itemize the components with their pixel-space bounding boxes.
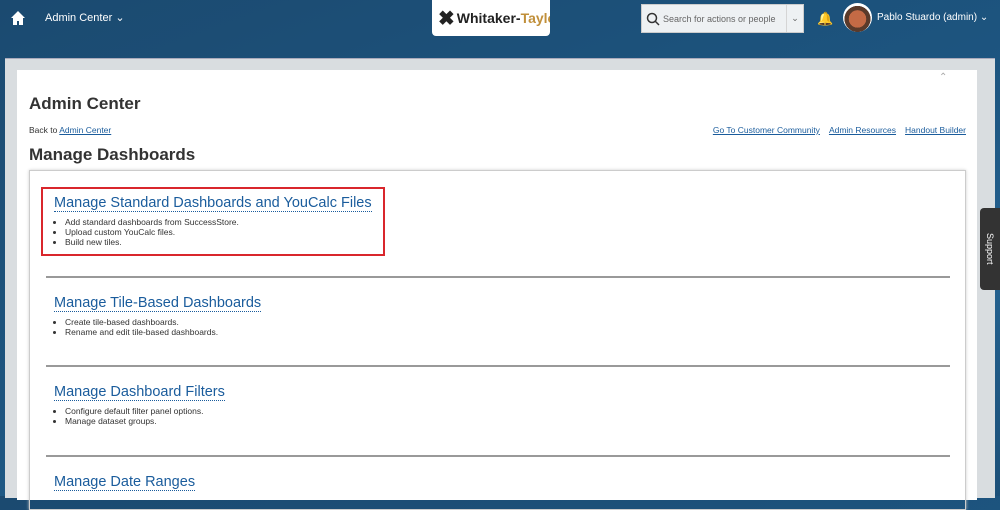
manage-dashboard-filters-link[interactable]: Manage Dashboard Filters — [54, 384, 225, 401]
list-item: Build new tiles. — [65, 237, 372, 247]
list-item: Upload custom YouCalc files. — [65, 227, 372, 237]
manage-date-ranges-link[interactable]: Manage Date Ranges — [54, 474, 196, 491]
section-date-ranges: Manage Date Ranges — [54, 473, 196, 491]
divider — [46, 365, 950, 367]
customer-community-link[interactable]: Go To Customer Community — [713, 125, 820, 135]
back-to-admin-center-link[interactable]: Admin Center — [59, 125, 111, 135]
handout-builder-link[interactable]: Handout Builder — [905, 125, 966, 135]
section-heading: Manage Dashboards — [29, 145, 196, 164]
home-icon[interactable] — [10, 10, 26, 26]
search-placeholder: Search for actions or people — [663, 13, 776, 24]
user-menu[interactable]: Pablo Stuardo (admin) ⌄ — [877, 12, 988, 23]
divider — [46, 455, 950, 457]
company-logo[interactable]: ✖Whitaker-Taylor — [432, 0, 550, 36]
list-item: Rename and edit tile-based dashboards. — [65, 327, 261, 337]
notifications-bell-icon[interactable]: 🔔 — [817, 11, 833, 27]
back-prefix: Back to — [29, 125, 58, 135]
search-dropdown-button[interactable]: ⌄ — [786, 5, 803, 32]
top-bar: Admin Center ⌄ ✖Whitaker-Taylor Search f… — [0, 0, 1000, 58]
support-tab[interactable]: Support — [980, 208, 1000, 290]
divider — [46, 276, 950, 278]
user-name: Pablo Stuardo (admin) — [877, 12, 978, 23]
avatar[interactable] — [843, 3, 872, 32]
breadcrumb: Back to Admin Center — [29, 125, 111, 135]
chevron-down-icon: ⌄ — [115, 12, 125, 24]
page: ⌃ Admin Center Back to Admin Center Go T… — [17, 70, 977, 510]
admin-resources-link[interactable]: Admin Resources — [829, 125, 896, 135]
list-item: Manage dataset groups. — [65, 416, 225, 426]
list-item: Create tile-based dashboards. — [65, 317, 261, 327]
app-menu-label: Admin Center — [45, 12, 113, 24]
section-tile-dashboards: Manage Tile-Based Dashboards Create tile… — [54, 294, 262, 337]
manage-standard-dashboards-link[interactable]: Manage Standard Dashboards and YouCalc F… — [54, 195, 372, 212]
section-standard-dashboards: Manage Standard Dashboards and YouCalc F… — [54, 194, 372, 247]
manage-tile-based-dashboards-link[interactable]: Manage Tile-Based Dashboards — [54, 295, 262, 312]
collapse-up-icon[interactable]: ⌃ — [939, 72, 947, 83]
list-item: Add standard dashboards from SuccessStor… — [65, 217, 372, 227]
dashboards-card: Manage Standard Dashboards and YouCalc F… — [29, 170, 966, 510]
admin-center-menu[interactable]: Admin Center ⌄ — [45, 11, 125, 24]
search-icon — [646, 12, 660, 26]
page-title: Admin Center — [29, 94, 141, 113]
search-input[interactable]: Search for actions or people ⌄ — [641, 4, 804, 33]
section-dashboard-filters: Manage Dashboard Filters Configure defau… — [54, 383, 225, 426]
list-item: Configure default filter panel options. — [65, 406, 225, 416]
